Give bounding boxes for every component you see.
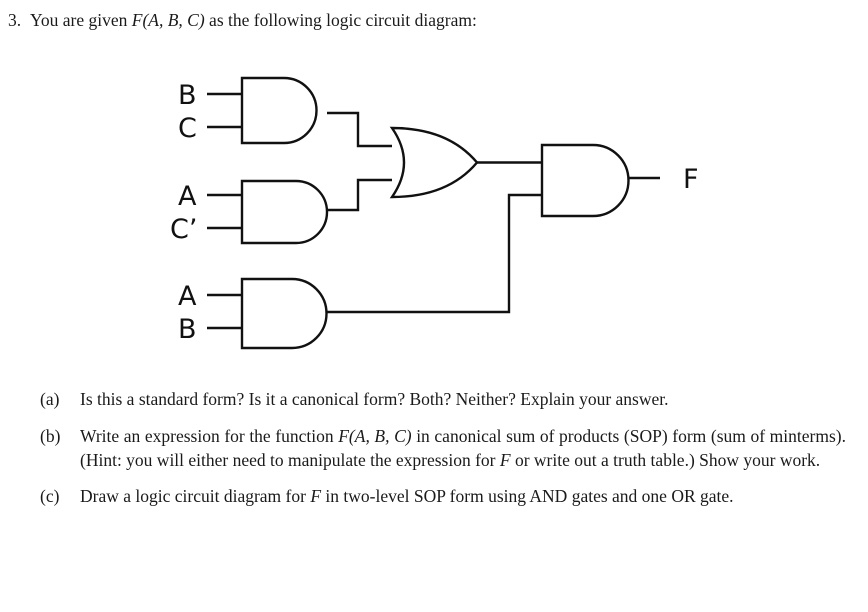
input-label-cprime-2: C’	[170, 214, 197, 245]
question-stem: 3. You are given F(A, B, C) as the follow…	[8, 8, 858, 33]
part-c-text: Draw a logic circuit diagram for F in tw…	[80, 485, 846, 509]
part-a-marker: (a)	[40, 389, 60, 409]
part-b-text: Write an expression for the function F(A…	[80, 425, 846, 473]
question-stem-pre: You are given	[30, 10, 132, 30]
part-b-marker: (b)	[40, 425, 61, 446]
part-b-text-3: or write out a truth table.) Show your w…	[510, 449, 821, 470]
or-gate-1	[389, 126, 479, 199]
part-c-variable-f: F	[310, 486, 322, 507]
output-label-f: F	[683, 164, 699, 195]
worksheet-page: 3. You are given F(A, B, C) as the follow…	[0, 0, 868, 612]
part-b-variable-f: F	[499, 449, 511, 470]
input-label-a-2: A	[178, 181, 197, 212]
part-b: (b) Write an expression for the function…	[0, 425, 868, 473]
question-function-expression: F(A, B, C)	[131, 10, 205, 30]
input-label-b-3: B	[178, 314, 197, 345]
input-label-b-1: B	[178, 80, 197, 111]
question-number: 3.	[8, 10, 22, 30]
part-a-text: Is this a standard form? Is it a canonic…	[80, 389, 669, 409]
wire-and2-to-or	[327, 178, 392, 212]
and-gate-3	[240, 277, 328, 350]
wire-and3-to-and4	[327, 193, 542, 314]
input-label-c-1: C	[178, 113, 197, 144]
question-stem-post: as the following logic circuit diagram:	[204, 10, 477, 30]
input-label-a-3: A	[178, 281, 197, 312]
and-gate-1	[240, 76, 318, 145]
logic-circuit-diagram: B C A C’ A B F	[0, 55, 868, 375]
part-a: (a) Is this a standard form? Is it a can…	[0, 388, 868, 412]
part-b-function-expression: F(A, B, C)	[338, 425, 412, 446]
part-b-text-1: Write an expression for the function	[80, 425, 339, 446]
and-gate-4	[540, 143, 630, 218]
part-c-text-2: in two-level SOP form using AND gates an…	[321, 486, 734, 507]
part-c-marker: (c)	[40, 486, 60, 507]
part-c-text-1: Draw a logic circuit diagram for	[80, 486, 311, 507]
question-parts-list: (a) Is this a standard form? Is it a can…	[0, 388, 868, 509]
part-c: (c) Draw a logic circuit diagram for F i…	[0, 485, 868, 509]
wire-and1-to-or	[327, 111, 392, 148]
and-gate-2	[240, 179, 329, 245]
